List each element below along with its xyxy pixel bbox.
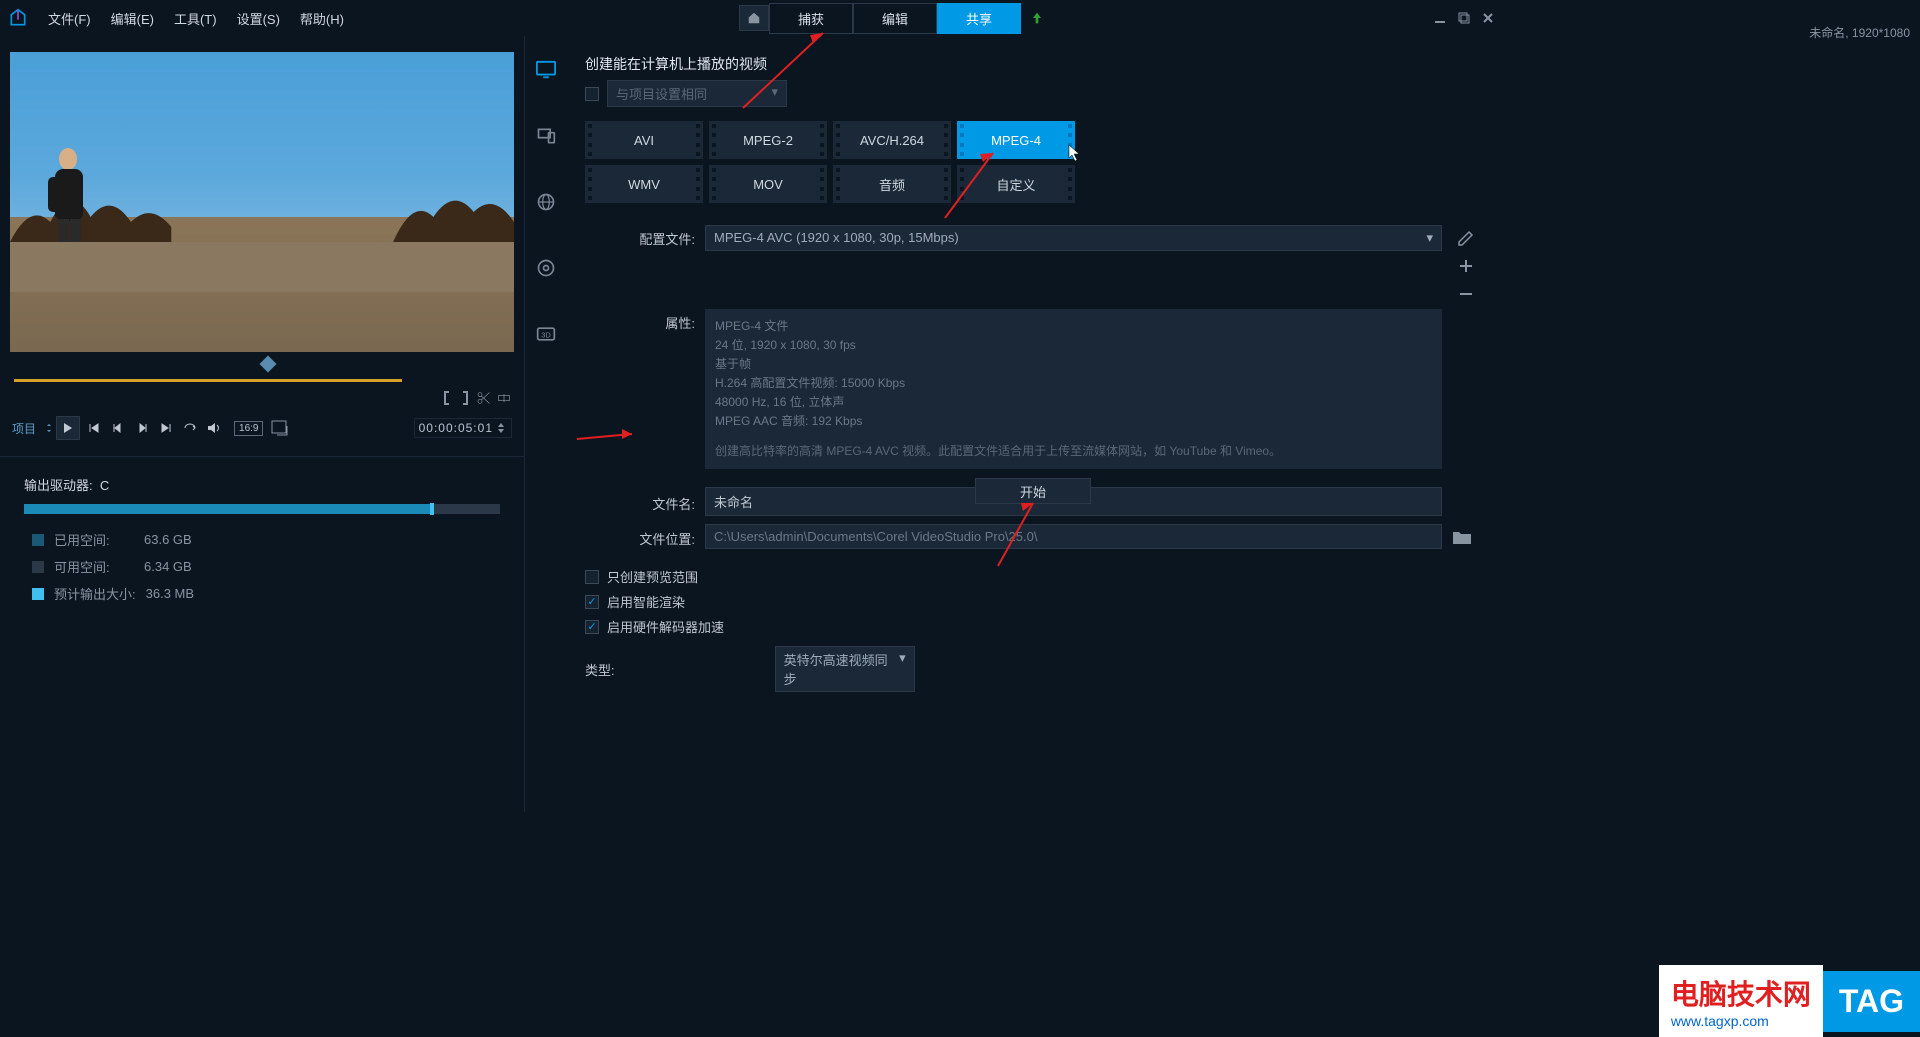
sidetab-web[interactable]	[532, 188, 560, 216]
smart-render-label: 启用智能渲染	[607, 592, 685, 611]
project-dropdown-icon	[46, 423, 52, 433]
project-label[interactable]: 项目	[12, 420, 36, 437]
watermark: 电脑技术网 www.tagxp.com TAG	[1659, 965, 1920, 1037]
storage-title: 输出驱动器: C	[24, 475, 500, 494]
profile-select[interactable]: MPEG-4 AVC (1920 x 1080, 30p, 15Mbps)▾	[705, 225, 1442, 251]
aspect-ratio-button[interactable]: 16:9	[234, 421, 263, 436]
volume-button[interactable]	[204, 418, 224, 438]
filename-label: 文件名:	[585, 490, 695, 513]
section-title: 创建能在计算机上播放的视频	[585, 54, 1480, 74]
mark-out-icon[interactable]	[458, 390, 472, 406]
used-value: 63.6 GB	[144, 532, 192, 547]
timeline-marker[interactable]	[12, 356, 512, 374]
go-start-button[interactable]	[84, 418, 104, 438]
avail-value: 6.34 GB	[144, 559, 192, 574]
play-icon	[63, 422, 73, 434]
browse-folder-icon[interactable]	[1452, 529, 1472, 545]
three-d-icon: 3D	[536, 326, 556, 342]
hw-type-select[interactable]: 英特尔高速视频同步▾	[775, 646, 915, 692]
avail-legend-icon	[32, 561, 44, 573]
add-profile-icon[interactable]	[1457, 257, 1475, 275]
loop-button[interactable]	[180, 418, 200, 438]
tab-share[interactable]: 共享	[937, 3, 1021, 34]
format-avc[interactable]: AVC/H.264	[833, 121, 951, 159]
minimize-button[interactable]	[1432, 12, 1448, 24]
menu-settings[interactable]: 设置(S)	[229, 5, 288, 32]
edit-profile-icon[interactable]	[1457, 229, 1475, 247]
home-button[interactable]	[739, 5, 769, 31]
format-audio[interactable]: 音频	[833, 165, 951, 203]
mouse-cursor	[1068, 144, 1082, 162]
smart-render-checkbox[interactable]	[585, 595, 599, 609]
monitor-icon	[535, 60, 557, 80]
enlarge-button[interactable]	[271, 420, 289, 436]
sidetab-disc[interactable]	[532, 254, 560, 282]
est-legend-icon	[32, 588, 44, 600]
sidetab-device[interactable]	[532, 122, 560, 150]
mark-in-icon[interactable]	[440, 390, 454, 406]
device-icon	[536, 126, 556, 146]
location-input[interactable]: C:\Users\admin\Documents\Corel VideoStud…	[705, 524, 1442, 549]
sidetab-computer[interactable]	[532, 56, 560, 84]
timeline-scrubber[interactable]	[12, 376, 512, 386]
home-icon	[747, 11, 761, 25]
menu-tools[interactable]: 工具(T)	[166, 5, 225, 32]
used-label: 已用空间:	[54, 530, 134, 549]
menu-file[interactable]: 文件(F)	[40, 5, 99, 32]
format-mov[interactable]: MOV	[709, 165, 827, 203]
app-logo	[8, 8, 28, 28]
svg-text:3D: 3D	[541, 330, 551, 339]
preview-only-checkbox[interactable]	[585, 570, 599, 584]
scissors-icon[interactable]	[476, 390, 492, 406]
format-custom[interactable]: 自定义	[957, 165, 1075, 203]
props-label: 属性:	[585, 309, 695, 332]
sidetab-3d[interactable]: 3D	[532, 320, 560, 348]
remove-profile-icon[interactable]	[1457, 285, 1475, 303]
same-as-project-select: 与项目设置相同▾	[607, 80, 787, 107]
menu-edit[interactable]: 编辑(E)	[103, 5, 162, 32]
tab-edit[interactable]: 编辑	[853, 3, 937, 34]
timecode-down[interactable]	[497, 428, 505, 434]
close-button[interactable]	[1480, 12, 1496, 24]
project-status: 未命名, 1920*1080	[1809, 24, 1910, 41]
timecode-display[interactable]: 00:00:05:01	[414, 418, 512, 438]
format-mpeg4[interactable]: MPEG-4	[957, 121, 1075, 159]
disk-usage-bar	[24, 504, 500, 514]
hw-decode-checkbox[interactable]	[585, 620, 599, 634]
avail-label: 可用空间:	[54, 557, 134, 576]
props-display: MPEG-4 文件 24 位, 1920 x 1080, 30 fps 基于帧 …	[705, 309, 1442, 469]
est-value: 36.3 MB	[146, 586, 194, 601]
same-as-project-checkbox[interactable]	[585, 87, 599, 101]
format-wmv[interactable]: WMV	[585, 165, 703, 203]
split-icon[interactable]	[496, 390, 512, 406]
est-label: 预计输出大小:	[54, 584, 136, 603]
prev-frame-button[interactable]	[108, 418, 128, 438]
start-button[interactable]: 开始	[975, 478, 1091, 504]
menu-help[interactable]: 帮助(H)	[292, 5, 352, 32]
maximize-button[interactable]	[1456, 12, 1472, 24]
next-frame-button[interactable]	[132, 418, 152, 438]
upload-icon[interactable]	[1029, 10, 1045, 26]
go-end-button[interactable]	[156, 418, 176, 438]
timecode-value: 00:00:05:01	[419, 421, 493, 435]
type-label: 类型:	[585, 660, 615, 679]
config-label: 配置文件:	[585, 225, 695, 248]
tab-capture[interactable]: 捕获	[769, 3, 853, 34]
play-button[interactable]	[56, 416, 80, 440]
globe-icon	[536, 192, 556, 212]
format-mpeg2[interactable]: MPEG-2	[709, 121, 827, 159]
disc-icon	[536, 258, 556, 278]
format-avi[interactable]: AVI	[585, 121, 703, 159]
hw-decode-label: 启用硬件解码器加速	[607, 617, 724, 636]
preview-only-label: 只创建预览范围	[607, 567, 698, 586]
video-preview	[10, 52, 514, 352]
used-legend-icon	[32, 534, 44, 546]
location-label: 文件位置:	[585, 525, 695, 548]
